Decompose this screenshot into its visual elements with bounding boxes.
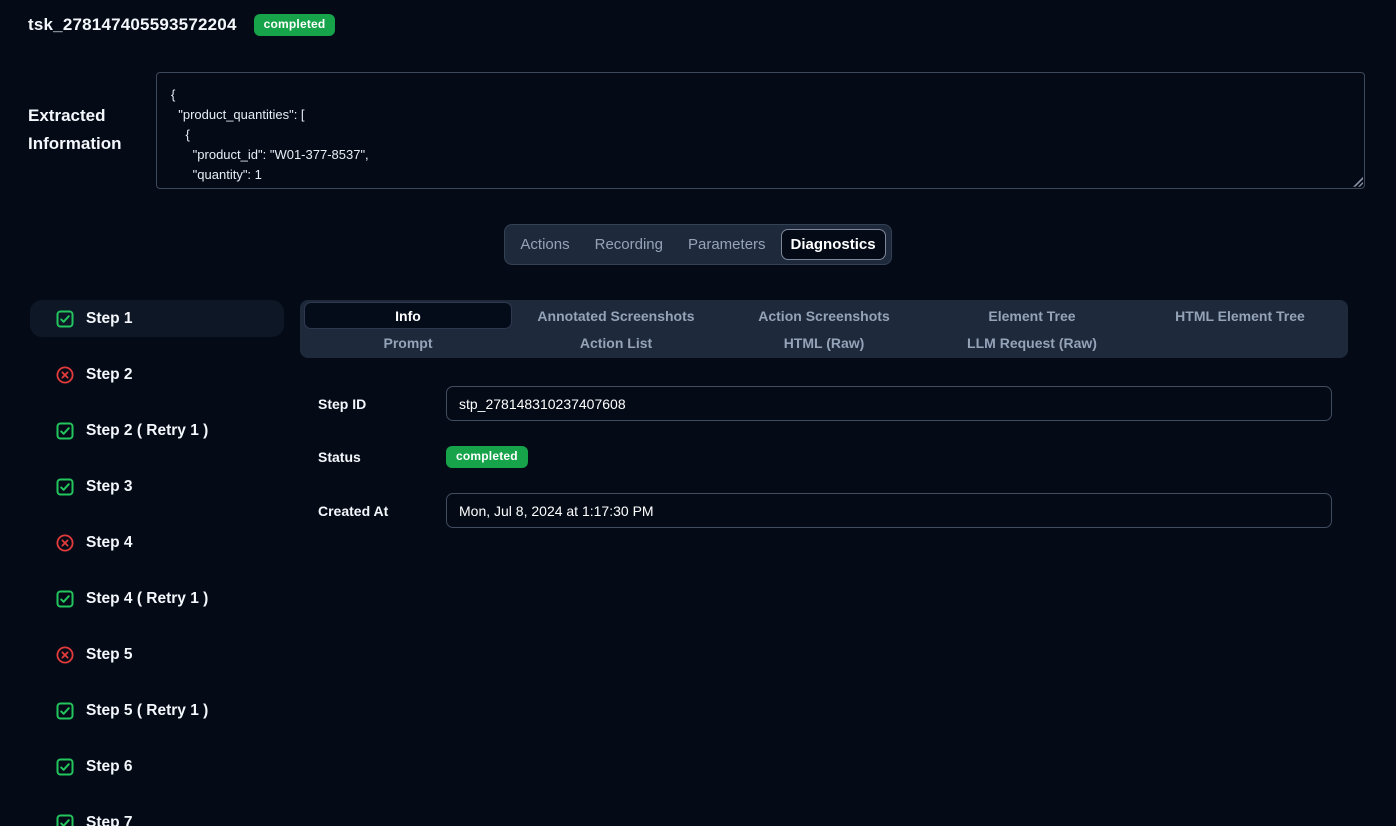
diagnostics-subtab-bar: Info Annotated Screenshots Action Screen… <box>300 300 1348 358</box>
step-item-5-retry-1[interactable]: Step 5 ( Retry 1 ) <box>30 692 284 729</box>
check-square-icon <box>56 422 74 440</box>
page-title: tsk_278147405593572204 <box>28 15 237 35</box>
step-item-4-retry-1[interactable]: Step 4 ( Retry 1 ) <box>30 580 284 617</box>
step-label: Step 5 <box>86 646 133 664</box>
main-tab-bar: Actions Recording Parameters Diagnostics <box>504 224 891 266</box>
check-square-icon <box>56 814 74 826</box>
step-id-label: Step ID <box>318 396 446 412</box>
created-at-label: Created At <box>318 503 446 519</box>
extracted-label-line1: Extracted <box>28 102 156 130</box>
subtab-html-raw[interactable]: HTML (Raw) <box>720 329 928 356</box>
extracted-information-label: Extracted Information <box>28 102 156 158</box>
step-item-6[interactable]: Step 6 <box>30 748 284 785</box>
x-circle-icon <box>56 534 74 552</box>
check-square-icon <box>56 702 74 720</box>
step-label: Step 5 ( Retry 1 ) <box>86 702 208 720</box>
step-item-1[interactable]: Step 1 <box>30 300 284 337</box>
tab-parameters[interactable]: Parameters <box>678 229 776 261</box>
step-item-2-retry-1[interactable]: Step 2 ( Retry 1 ) <box>30 412 284 449</box>
task-header: tsk_278147405593572204 completed <box>0 0 1396 36</box>
check-square-icon <box>56 478 74 496</box>
step-item-4[interactable]: Step 4 <box>30 524 284 561</box>
step-label: Step 4 ( Retry 1 ) <box>86 590 208 608</box>
step-label: Step 6 <box>86 758 133 776</box>
step-label: Step 4 <box>86 534 133 552</box>
check-square-icon <box>56 758 74 776</box>
check-square-icon <box>56 590 74 608</box>
status-row: Status completed <box>318 446 1348 468</box>
status-label: Status <box>318 449 446 465</box>
step-label: Step 1 <box>86 310 133 328</box>
subtab-info[interactable]: Info <box>304 302 512 329</box>
step-label: Step 3 <box>86 478 133 496</box>
extracted-label-line2: Information <box>28 130 156 158</box>
subtab-annotated-screenshots[interactable]: Annotated Screenshots <box>512 302 720 329</box>
check-square-icon <box>56 310 74 328</box>
subtab-llm-request-raw[interactable]: LLM Request (Raw) <box>928 329 1136 356</box>
step-status-badge: completed <box>446 446 528 468</box>
created-at-row: Created At <box>318 493 1348 528</box>
task-status-badge: completed <box>254 14 336 36</box>
step-item-5[interactable]: Step 5 <box>30 636 284 673</box>
step-item-3[interactable]: Step 3 <box>30 468 284 505</box>
created-at-input[interactable] <box>446 493 1332 528</box>
subtab-html-element-tree[interactable]: HTML Element Tree <box>1136 302 1344 329</box>
extracted-json-wrapper: { "product_quantities": [ { "product_id"… <box>156 72 1365 189</box>
tab-diagnostics[interactable]: Diagnostics <box>781 229 886 261</box>
extracted-information-section: Extracted Information { "product_quantit… <box>28 72 1365 189</box>
subtab-prompt[interactable]: Prompt <box>304 329 512 356</box>
step-id-row: Step ID <box>318 386 1348 421</box>
subtab-action-list[interactable]: Action List <box>512 329 720 356</box>
step-id-input[interactable] <box>446 386 1332 421</box>
tab-recording[interactable]: Recording <box>585 229 673 261</box>
step-item-2[interactable]: Step 2 <box>30 356 284 393</box>
step-item-7[interactable]: Step 7 <box>30 804 284 826</box>
subtab-element-tree[interactable]: Element Tree <box>928 302 1136 329</box>
step-label: Step 7 <box>86 814 133 826</box>
subtab-action-screenshots[interactable]: Action Screenshots <box>720 302 928 329</box>
step-info-fields: Step ID Status completed Created At <box>300 386 1348 528</box>
step-label: Step 2 ( Retry 1 ) <box>86 422 208 440</box>
extracted-json-textarea[interactable]: { "product_quantities": [ { "product_id"… <box>156 72 1365 189</box>
step-label: Step 2 <box>86 366 133 384</box>
step-detail-panel: Info Annotated Screenshots Action Screen… <box>300 300 1348 553</box>
x-circle-icon <box>56 366 74 384</box>
diagnostics-content: Step 1 Step 2 Step 2 ( Retry 1 ) Step 3 … <box>30 300 1348 826</box>
steps-sidebar: Step 1 Step 2 Step 2 ( Retry 1 ) Step 3 … <box>30 300 284 826</box>
x-circle-icon <box>56 646 74 664</box>
tab-actions[interactable]: Actions <box>510 229 579 261</box>
